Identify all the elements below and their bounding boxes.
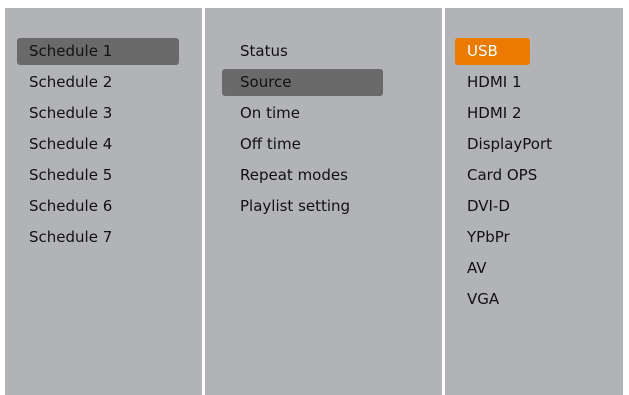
source-option-av[interactable]: AV: [455, 255, 530, 282]
schedule-item-6[interactable]: Schedule 6: [17, 193, 179, 220]
settings-item-source[interactable]: Source: [222, 69, 383, 96]
schedule-list-column: Schedule 1 Schedule 2 Schedule 3 Schedul…: [5, 8, 202, 395]
source-options-column: USB HDMI 1 HDMI 2 DisplayPort Card OPS D…: [445, 8, 623, 395]
schedule-settings-column: Status Source On time Off time Repeat mo…: [205, 8, 442, 395]
source-option-hdmi-2[interactable]: HDMI 2: [455, 100, 530, 127]
schedule-item-1[interactable]: Schedule 1: [17, 38, 179, 65]
source-option-displayport[interactable]: DisplayPort: [455, 131, 552, 158]
schedule-item-7[interactable]: Schedule 7: [17, 224, 179, 251]
settings-item-off-time[interactable]: Off time: [222, 131, 383, 158]
schedule-osd-menu: Schedule 1 Schedule 2 Schedule 3 Schedul…: [5, 8, 623, 395]
source-option-dvi-d[interactable]: DVI-D: [455, 193, 530, 220]
settings-item-on-time[interactable]: On time: [222, 100, 383, 127]
source-option-hdmi-1[interactable]: HDMI 1: [455, 69, 530, 96]
source-option-ypbpr[interactable]: YPbPr: [455, 224, 530, 251]
schedule-item-3[interactable]: Schedule 3: [17, 100, 179, 127]
schedule-item-5[interactable]: Schedule 5: [17, 162, 179, 189]
schedule-item-4[interactable]: Schedule 4: [17, 131, 179, 158]
schedule-item-2[interactable]: Schedule 2: [17, 69, 179, 96]
source-option-card-ops[interactable]: Card OPS: [455, 162, 537, 189]
settings-item-playlist-setting[interactable]: Playlist setting: [222, 193, 383, 220]
settings-item-repeat-modes[interactable]: Repeat modes: [222, 162, 383, 189]
source-option-usb[interactable]: USB: [455, 38, 530, 65]
source-option-vga[interactable]: VGA: [455, 286, 530, 313]
settings-item-status[interactable]: Status: [222, 38, 383, 65]
